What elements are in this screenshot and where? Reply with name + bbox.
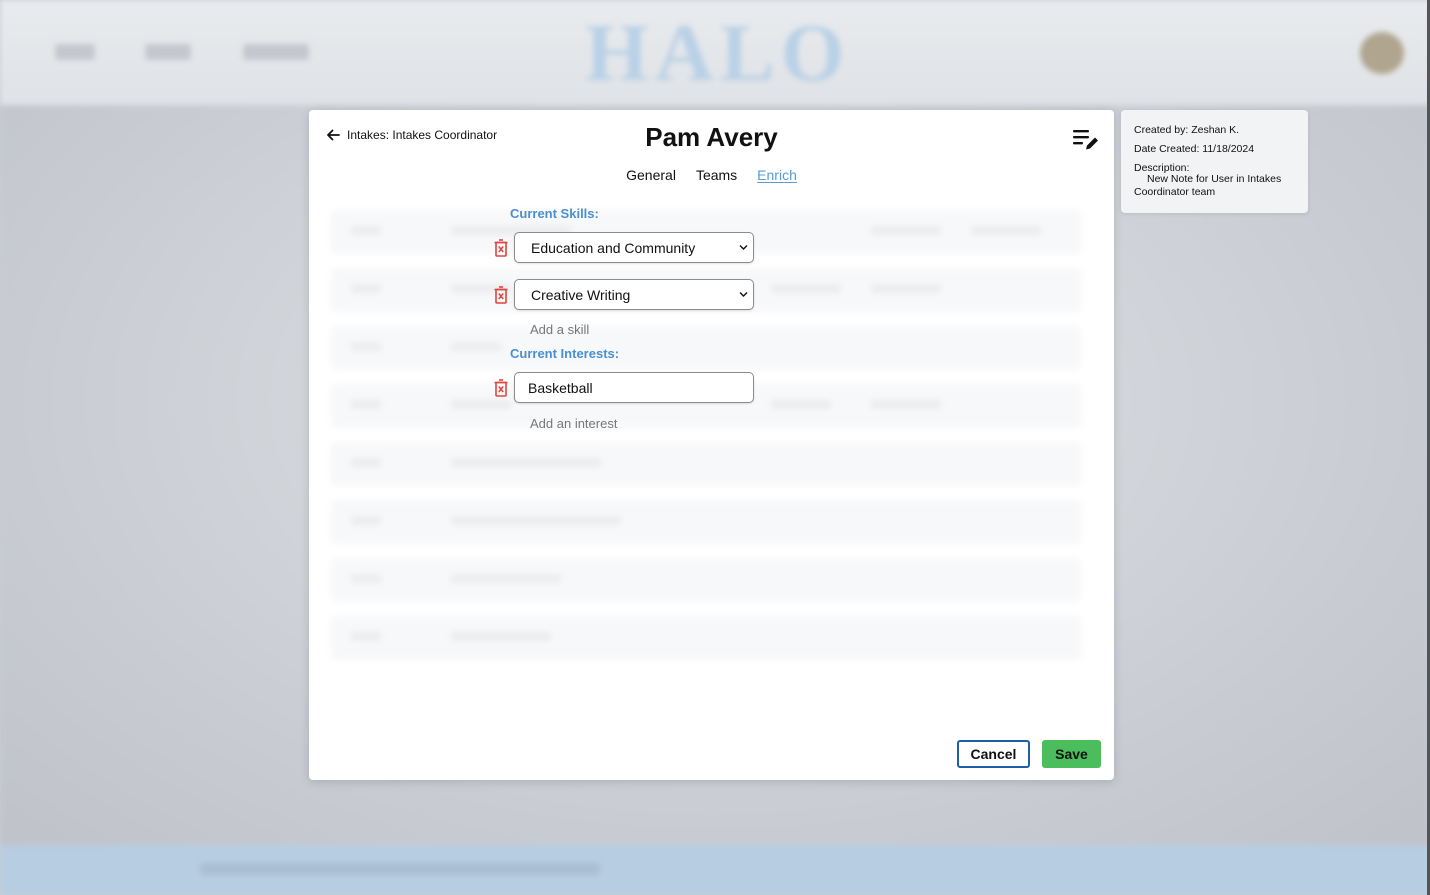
tab-general[interactable]: General	[626, 167, 676, 183]
tab-bar: General Teams Enrich	[309, 167, 1114, 183]
cancel-button[interactable]: Cancel	[957, 740, 1030, 768]
current-skills-heading: Current Skills:	[510, 206, 599, 221]
interest-input-value: Basketball	[528, 379, 593, 396]
note-created-by: Created by: Zeshan K.	[1134, 124, 1240, 136]
chevron-down-icon	[739, 292, 748, 297]
delete-skill-icon[interactable]	[493, 286, 509, 304]
background-nav-item	[243, 44, 309, 60]
save-button[interactable]: Save	[1042, 740, 1101, 768]
delete-interest-icon[interactable]	[493, 379, 509, 397]
chevron-down-icon	[739, 245, 748, 250]
add-skill-link[interactable]: Add a skill	[530, 322, 589, 337]
skill-select[interactable]: Creative Writing	[514, 279, 754, 310]
avatar	[1360, 32, 1404, 74]
note-date-created: Date Created: 11/18/2024	[1134, 143, 1255, 155]
skill-select[interactable]: Education and Community	[514, 232, 754, 263]
note-description-text: New Note for User in Intakes Coordinator…	[1134, 173, 1282, 198]
skill-select-value: Creative Writing	[531, 286, 631, 303]
background-footer	[0, 845, 1430, 895]
note-card: Created by: Zeshan K. Date Created: 11/1…	[1121, 110, 1308, 213]
notes-edit-icon[interactable]	[1071, 127, 1099, 153]
page-title: Pam Avery	[645, 122, 778, 152]
delete-skill-icon[interactable]	[493, 239, 509, 257]
background-logo: HALO	[585, 7, 851, 98]
background-nav-item	[145, 44, 191, 60]
add-interest-link[interactable]: Add an interest	[530, 416, 617, 431]
current-interests-heading: Current Interests:	[510, 346, 620, 361]
interest-input[interactable]: Basketball	[514, 372, 754, 403]
background-header: HALO	[0, 0, 1430, 105]
skill-select-value: Education and Community	[531, 239, 696, 256]
background-nav-item	[55, 44, 95, 60]
tab-teams[interactable]: Teams	[696, 167, 737, 183]
user-modal: Intakes: Intakes Coordinator Pam Avery G…	[309, 110, 1114, 780]
tab-enrich[interactable]: Enrich	[757, 167, 797, 183]
